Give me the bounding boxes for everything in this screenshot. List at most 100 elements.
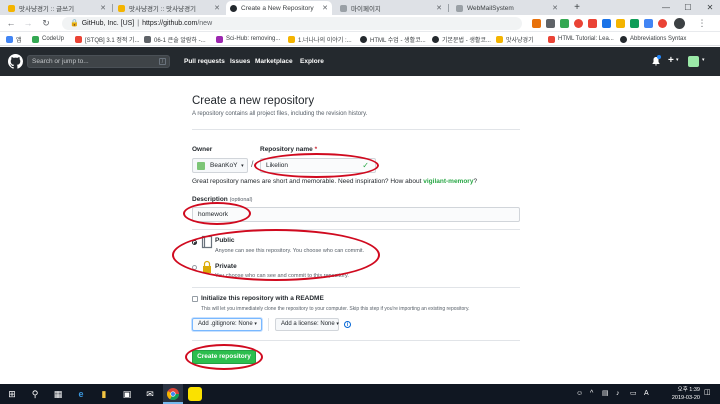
bookmark-item[interactable]: 06-1 큰술 알람하 -... <box>144 34 206 44</box>
search-icon[interactable]: ⚲ <box>28 387 42 401</box>
tray-chevron-icon[interactable]: ^ <box>590 390 593 398</box>
tab-close-icon[interactable]: ✕ <box>436 4 442 12</box>
extension-icon[interactable] <box>616 19 625 28</box>
bookmark-item[interactable]: CodeUp <box>32 34 64 44</box>
bookmark-item[interactable]: Abbreviations Syntax <box>620 34 686 44</box>
system-clock[interactable]: 오후 1:39 2019-03-20 <box>672 386 700 402</box>
bookmark-favicon-icon <box>548 35 555 43</box>
tab-3-active[interactable]: Create a New Repository ✕ <box>226 1 332 15</box>
bookmark-item[interactable]: 기본문법 - 생활코... <box>432 34 491 44</box>
volume-icon[interactable]: ♪ <box>616 390 620 398</box>
file-explorer-icon[interactable]: ▮ <box>97 387 111 401</box>
store-icon[interactable]: ▣ <box>120 387 134 401</box>
bookmark-label: 기본문법 - 생활코... <box>442 37 491 44</box>
license-select[interactable]: Add a license: None ▾ <box>275 318 339 331</box>
tab-favicon-icon <box>456 4 463 12</box>
bookmark-item[interactable]: Sci-Hub: removing... <box>216 34 280 44</box>
extension-icon[interactable] <box>658 19 667 28</box>
extension-icon[interactable] <box>630 19 639 28</box>
nav-issues[interactable]: Issues <box>230 58 250 65</box>
extension-icon[interactable] <box>560 19 569 28</box>
mail-icon[interactable]: ✉ <box>143 387 157 401</box>
minimize-button[interactable]: — <box>656 0 676 15</box>
tab-close-icon[interactable]: ✕ <box>100 4 106 12</box>
notification-dot-icon <box>657 55 661 59</box>
extension-icon[interactable] <box>574 19 583 28</box>
bookmark-favicon-icon <box>620 35 627 43</box>
annotation-ring-repo-name <box>254 153 379 178</box>
address-bar[interactable]: 🔒 GitHub, Inc. [US] | https://github.com/ne… <box>62 17 522 30</box>
url-path: /new <box>197 20 213 27</box>
bookmark-favicon-icon <box>216 35 223 43</box>
new-tab-button[interactable]: + <box>567 0 587 15</box>
hint-suggestion-link[interactable]: vigilant-memory <box>423 178 473 185</box>
tab-1[interactable]: 맛사냥경기 :: 글쓰기 ✕ <box>4 1 110 15</box>
window-close-button[interactable]: ✕ <box>700 0 720 15</box>
tab-close-icon[interactable]: ✕ <box>552 4 558 12</box>
gitignore-select[interactable]: Add .gitignore: None ▾ <box>192 318 262 331</box>
bookmark-label: Sci-Hub: removing... <box>226 36 281 42</box>
tab-close-icon[interactable]: ✕ <box>214 4 220 12</box>
kakaotalk-icon[interactable] <box>188 387 202 401</box>
owner-select[interactable]: BeanKoY ▾ <box>192 158 248 173</box>
network-icon[interactable]: ▤ <box>602 390 609 398</box>
optional-tag: (optional) <box>229 197 253 203</box>
chrome-taskbar-active[interactable] <box>163 384 183 404</box>
edge-icon[interactable]: e <box>74 387 88 401</box>
notification-center-icon[interactable]: ◫ <box>704 389 711 397</box>
chevron-down-icon[interactable]: ▾ <box>676 57 679 63</box>
bookmark-apps[interactable]: 앱 <box>6 34 22 44</box>
back-button[interactable]: ← <box>5 17 17 29</box>
extension-icon[interactable] <box>546 19 555 28</box>
bookmark-item[interactable]: HTML Tutorial: Lea... <box>548 34 614 44</box>
nav-explore[interactable]: Explore <box>300 58 324 65</box>
chevron-down-icon: ▾ <box>336 321 339 327</box>
hint-suffix: ? <box>473 178 478 185</box>
start-icon[interactable]: ⊞ <box>5 387 19 401</box>
github-search-input[interactable]: Search or jump to... / <box>27 55 170 68</box>
bookmark-item[interactable]: 맛사냥경기 <box>496 34 534 44</box>
divider <box>192 129 520 130</box>
bookmark-item[interactable]: HTML 수업 - 생활코... <box>360 34 426 44</box>
bookmark-favicon-icon <box>75 35 82 43</box>
nav-pull-requests[interactable]: Pull requests <box>184 58 225 65</box>
owner-label: Owner <box>192 146 213 153</box>
chevron-down-icon[interactable]: ▾ <box>702 57 705 63</box>
bookmarks-bar: 앱 CodeUp [STQB] 3.1 정적 기... 06-1 큰술 알람하 … <box>0 32 720 46</box>
browser-toolbar: ← → ↻ 🔒 GitHub, Inc. [US] | https://github.… <box>0 15 720 32</box>
reload-button[interactable]: ↻ <box>40 17 52 29</box>
bookmark-item[interactable]: 1.너나나의 이야기 :... <box>288 34 352 44</box>
tab-title: 맛사냥경기 :: 글쓰기 <box>19 6 75 13</box>
tab-4[interactable]: 마이페이지 ✕ <box>336 1 446 15</box>
github-logo-icon[interactable] <box>8 54 23 69</box>
bookmark-favicon-icon <box>496 35 503 43</box>
bookmark-item[interactable]: [STQB] 3.1 정적 기... <box>75 34 140 44</box>
extension-icon[interactable] <box>532 19 541 28</box>
tab-2[interactable]: 맛사냥경기 :: 맛사냥경기 ✕ <box>114 1 224 15</box>
info-icon[interactable]: i <box>344 321 351 328</box>
extension-icon[interactable] <box>644 19 653 28</box>
battery-icon[interactable]: ▭ <box>630 390 637 398</box>
browser-menu-icon[interactable]: ⋮ <box>696 17 708 29</box>
page-title: Create a new repository <box>192 95 315 107</box>
tab-close-icon[interactable]: ✕ <box>322 4 328 12</box>
tab-favicon-icon <box>8 4 15 12</box>
profile-avatar-icon[interactable] <box>674 18 685 29</box>
create-new-button[interactable]: + <box>668 55 674 66</box>
bookmark-label: Abbreviations Syntax <box>630 36 687 42</box>
bookmark-favicon-icon <box>144 35 151 43</box>
nav-marketplace[interactable]: Marketplace <box>255 58 293 65</box>
extension-icon[interactable] <box>588 19 597 28</box>
divider <box>192 340 520 341</box>
init-readme-checkbox[interactable] <box>192 296 198 302</box>
people-icon[interactable]: ☺ <box>576 390 583 398</box>
input-language[interactable]: A <box>644 390 649 398</box>
task-view-icon[interactable]: ▦ <box>51 387 65 401</box>
forward-button[interactable]: → <box>22 17 34 29</box>
extension-icon[interactable] <box>602 19 611 28</box>
init-readme-label[interactable]: Initialize this repository with a README <box>201 295 324 302</box>
user-avatar[interactable] <box>688 56 699 67</box>
tab-5[interactable]: WebMailSystem ✕ <box>452 1 562 15</box>
maximize-button[interactable]: ☐ <box>678 0 698 15</box>
site-identity: GitHub, Inc. [US] <box>81 20 135 27</box>
